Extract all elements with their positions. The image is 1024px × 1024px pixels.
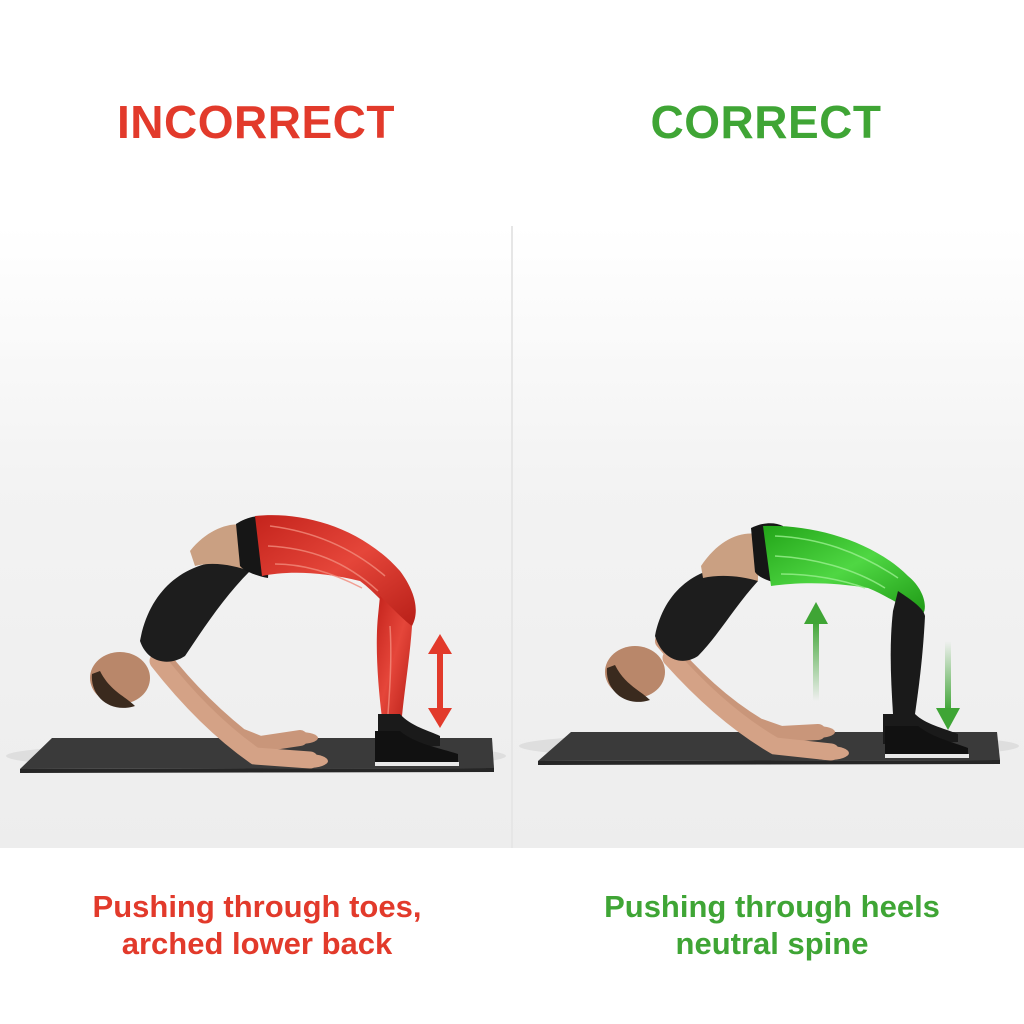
front-hand xyxy=(809,746,849,760)
correct-photo-panel xyxy=(513,226,1024,848)
incorrect-caption-line1: Pushing through toes, xyxy=(92,889,422,924)
double-arrow-vertical-icon xyxy=(428,634,452,728)
incorrect-bridge-illustration xyxy=(6,515,506,773)
correct-caption-line2: neutral spine xyxy=(675,926,869,961)
midriff xyxy=(701,533,758,581)
tank-top xyxy=(140,560,250,662)
back-hand xyxy=(799,726,835,738)
correct-caption: Pushing through heels neutral spine xyxy=(562,888,982,962)
incorrect-caption: Pushing through toes, arched lower back xyxy=(47,888,467,962)
back-hand xyxy=(282,732,318,744)
correct-caption-line1: Pushing through heels xyxy=(604,889,940,924)
incorrect-title: INCORRECT xyxy=(117,96,395,148)
arrow-down-icon xyxy=(936,641,960,730)
arrow-up-icon xyxy=(804,602,828,701)
tank-top xyxy=(655,565,758,661)
leggings-calf xyxy=(890,591,925,714)
correct-title: CORRECT xyxy=(650,96,882,148)
incorrect-caption-line2: arched lower back xyxy=(121,926,393,961)
correct-bridge-illustration xyxy=(519,523,1019,765)
incorrect-photo-panel xyxy=(0,226,511,848)
front-hand xyxy=(288,754,328,768)
